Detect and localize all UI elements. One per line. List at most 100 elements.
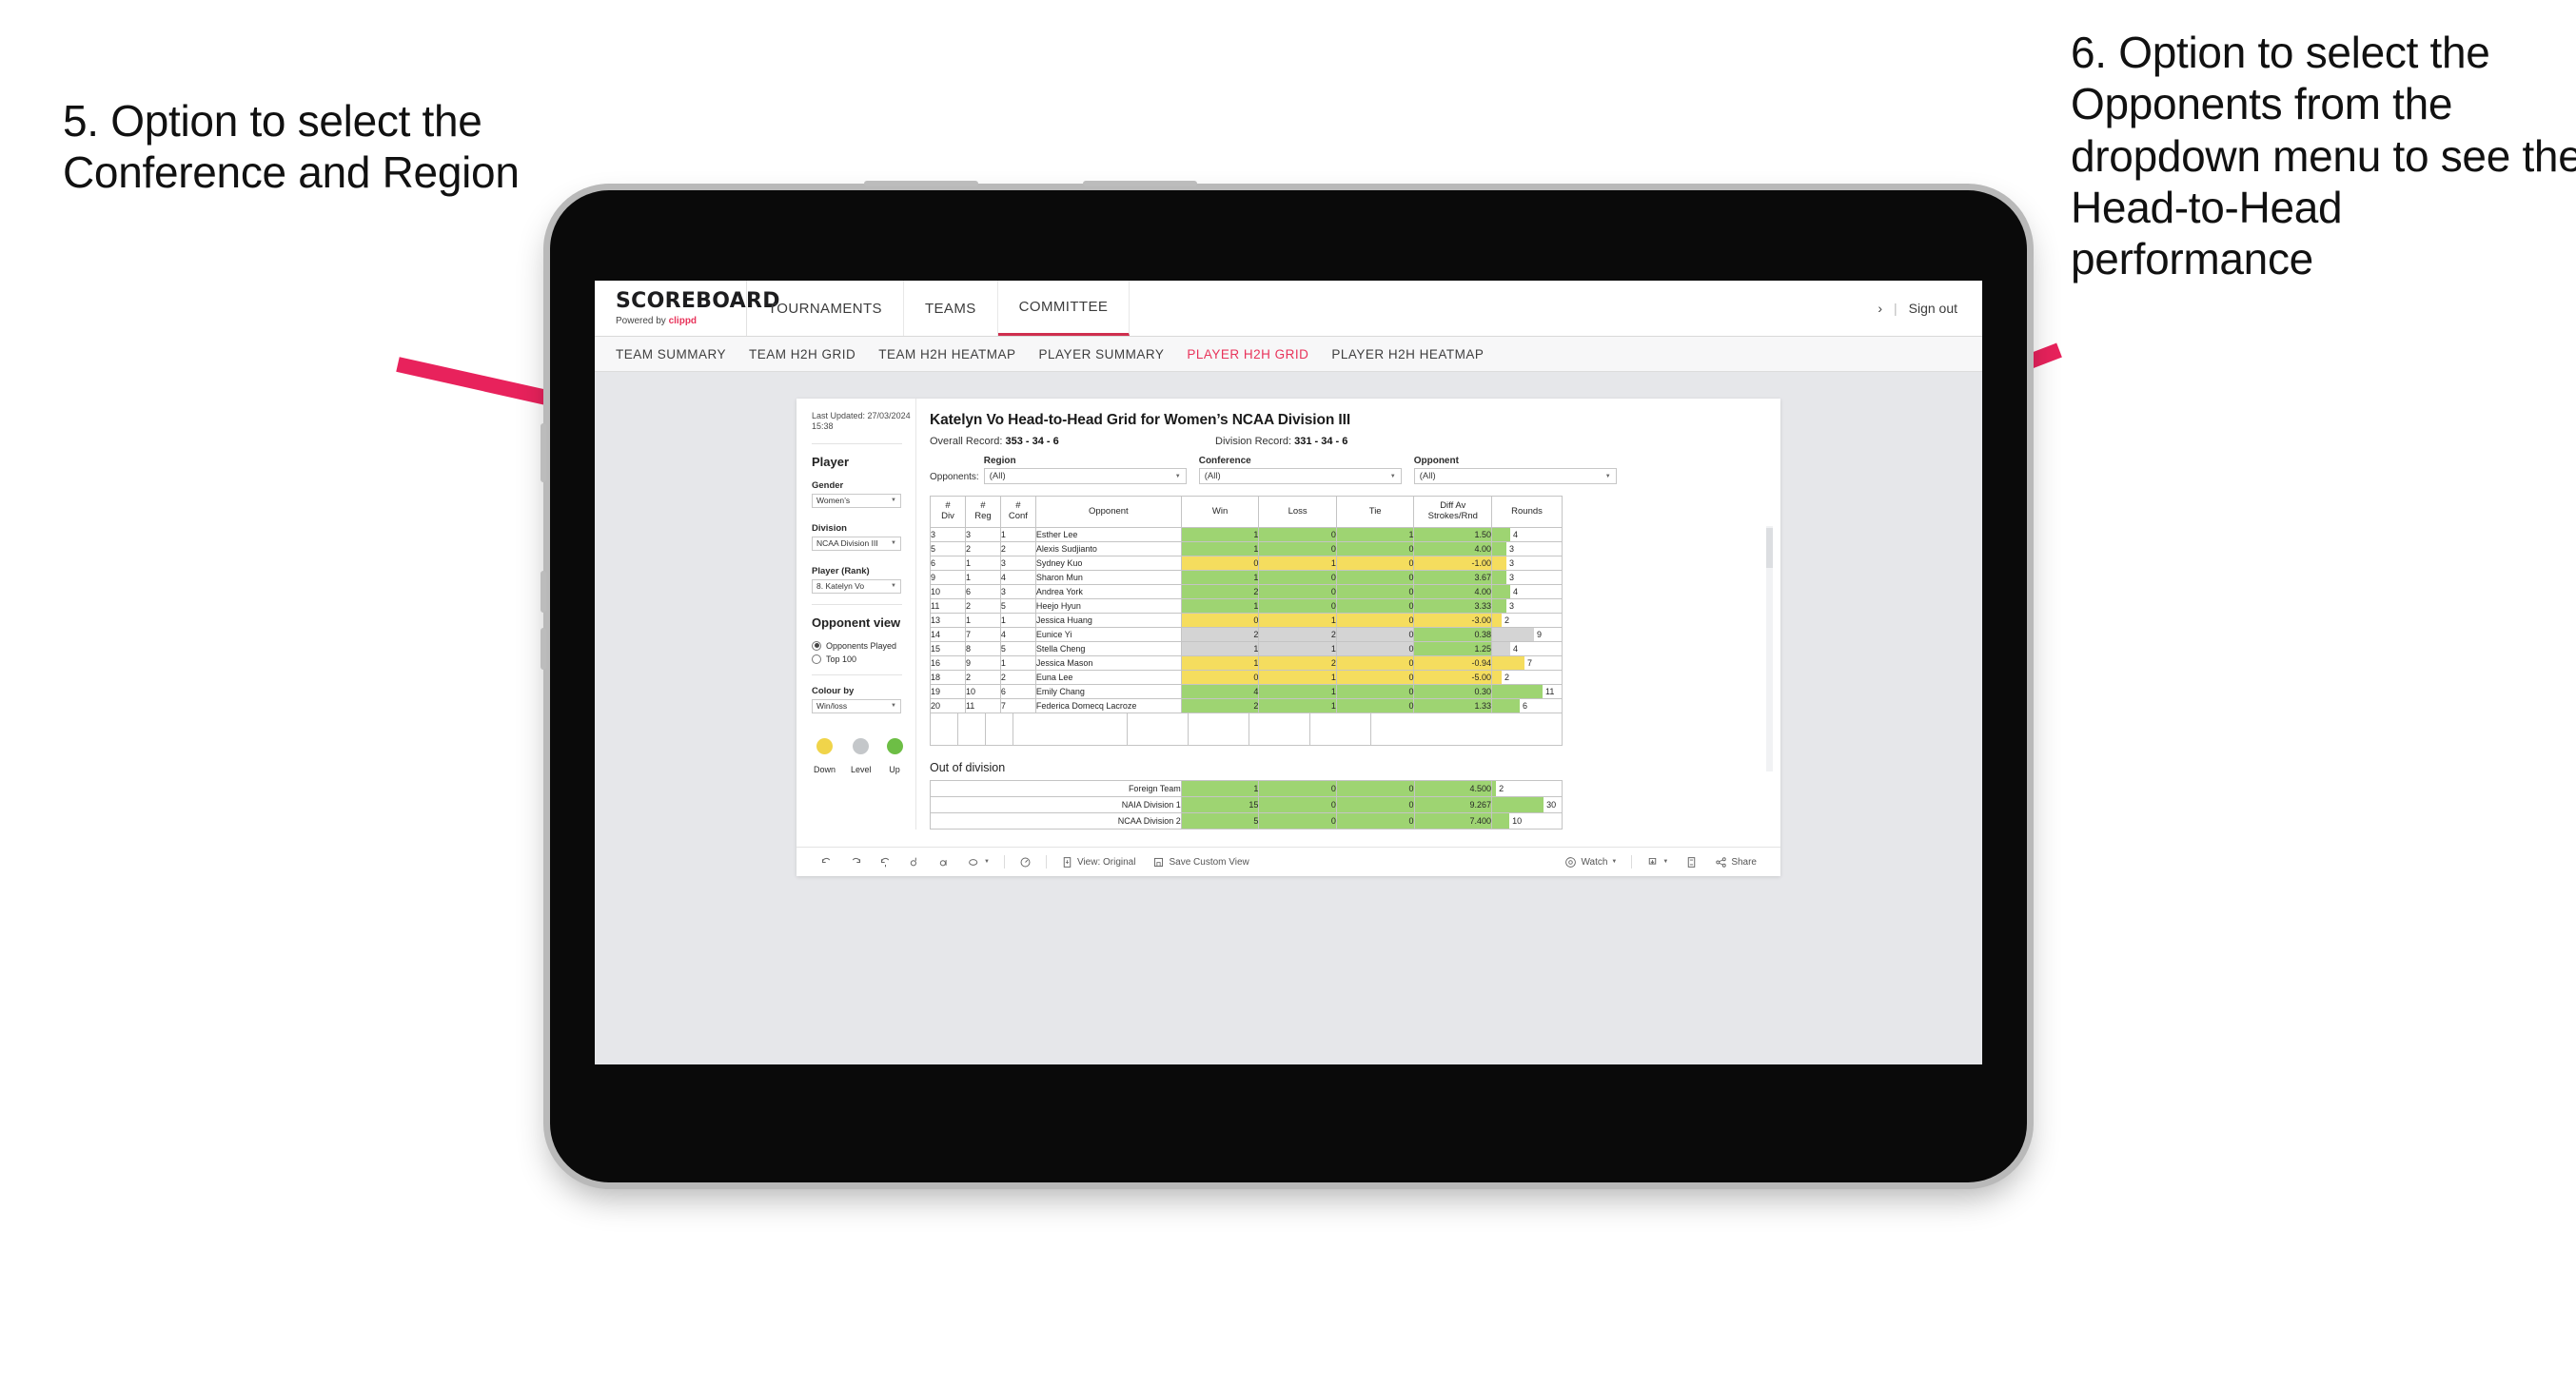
legend-label-up: Up <box>889 764 900 774</box>
zoom-dropdown-button[interactable]: ▼ <box>959 856 998 869</box>
scrollbar-thumb[interactable] <box>1766 528 1773 568</box>
nav-tab-tournaments[interactable]: TOURNAMENTS <box>747 281 904 336</box>
gender-label: Gender <box>812 479 844 491</box>
power-button[interactable] <box>541 423 546 482</box>
legend-label-level: Level <box>851 764 872 774</box>
ood-diff: 4.500 <box>1413 780 1493 797</box>
legend-dot-up <box>886 737 903 754</box>
table-row[interactable]: 18 2 2 Euna Lee 0 1 0 -5.00 2 <box>930 670 1563 685</box>
division-select[interactable]: NCAA Division III ▼ <box>812 536 901 551</box>
table-row[interactable]: 6 1 3 Sydney Kuo 0 1 0 -1.00 3 <box>930 556 1563 571</box>
nav-tab-committee[interactable]: COMMITTEE <box>997 281 1131 336</box>
table-row[interactable]: 3 3 1 Esther Lee 1 0 1 1.50 4 <box>930 527 1563 542</box>
pause-updates-button[interactable] <box>930 856 959 869</box>
region-select[interactable]: (All) ▼ <box>983 468 1187 484</box>
chevron-down-icon: ▼ <box>891 498 896 503</box>
subtab-player-h2h-heatmap[interactable]: PLAYER H2H HEATMAP <box>1331 347 1506 361</box>
table-row[interactable]: 10 6 3 Andrea York 2 0 0 4.00 4 <box>930 584 1563 599</box>
out-of-division-row[interactable]: NAIA Division 1 15 0 0 9.267 30 <box>930 796 1563 813</box>
table-row[interactable]: 13 1 1 Jessica Huang 0 1 0 -3.00 2 <box>930 613 1563 628</box>
table-row[interactable]: 20 11 7 Federica Domecq Lacroze 2 1 0 1.33 6 <box>930 698 1563 713</box>
cell: Andrea York <box>1034 584 1182 599</box>
colour-by-select[interactable]: Win/loss ▼ <box>812 698 901 713</box>
table-row[interactable]: 19 10 6 Emily Chang 4 1 0 0.30 11 <box>930 684 1563 699</box>
subtab-team-h2h-heatmap[interactable]: TEAM H2H HEATMAP <box>878 347 1038 361</box>
cell: -3.00 <box>1413 613 1493 628</box>
cell: 13 <box>930 613 966 628</box>
watch-label: Watch <box>1581 856 1608 868</box>
records-row: Overall Record: 353 - 34 - 6 Division Re… <box>930 436 1765 447</box>
opponent-select[interactable]: (All) ▼ <box>1413 468 1617 484</box>
chevron-down-icon: ▼ <box>1604 473 1611 479</box>
subtab-team-summary[interactable]: TEAM SUMMARY <box>616 347 749 361</box>
cell: 1 <box>999 613 1036 628</box>
refresh-button[interactable] <box>900 856 930 869</box>
cell: 15 <box>930 641 966 656</box>
save-custom-view-button[interactable]: Save Custom View <box>1144 856 1257 869</box>
cell: 1 <box>1180 527 1260 542</box>
volume-up-button[interactable] <box>541 571 546 613</box>
watch-button[interactable]: Watch ▼ <box>1556 856 1625 869</box>
sign-out-link[interactable]: Sign out <box>1909 301 1957 316</box>
conference-select[interactable]: (All) ▼ <box>1198 468 1402 484</box>
h2h-grid-head: # Div # Reg # Conf Opponent Win Loss Tie Diff Av St… <box>930 496 1563 528</box>
cell: 6 <box>930 556 966 571</box>
cell: 0 <box>1335 570 1415 585</box>
filter-opponent: Opponent (All) ▼ <box>1413 456 1617 484</box>
subtab-player-h2h-grid[interactable]: PLAYER H2H GRID <box>1187 347 1331 361</box>
col-header-diff-av-strokes-rnd: Diff Av Strokes/Rnd <box>1413 496 1493 528</box>
redo-button[interactable] <box>841 856 871 869</box>
brand-logo[interactable]: SCOREBOARD Powered by clippd <box>595 281 779 336</box>
col-header-reg: # Reg <box>964 496 1001 528</box>
filter-region-label: Region <box>983 456 1016 466</box>
undo-button[interactable] <box>812 856 841 869</box>
volume-down-button[interactable] <box>541 628 546 670</box>
cell: 3.33 <box>1413 598 1493 614</box>
view-original-button[interactable]: View: Original <box>1052 856 1145 869</box>
radio-top-100[interactable]: Top 100 <box>812 654 915 664</box>
out-of-division-heading: Out of division <box>930 761 1006 774</box>
viz-card: Last Updated: 27/03/2024 15:38 Player Ge… <box>796 399 1780 876</box>
table-row[interactable]: 15 8 5 Stella Cheng 1 1 0 1.25 4 <box>930 641 1563 656</box>
app-header: SCOREBOARD Powered by clippd TOURNAMENTS… <box>595 281 1982 337</box>
save-custom-view-label: Save Custom View <box>1169 856 1249 868</box>
cell: 0 <box>1335 670 1415 685</box>
table-row[interactable]: 11 2 5 Heejo Hyun 1 0 0 3.33 3 <box>930 598 1563 614</box>
top-antenna-band-right <box>1083 181 1197 186</box>
cell: 0 <box>1335 627 1415 642</box>
sidebar-heading-opponent-view: Opponent view <box>812 615 901 630</box>
viz-main: Katelyn Vo Head-to-Head Grid for Women’s… <box>916 399 1780 830</box>
table-row[interactable]: 9 1 4 Sharon Mun 1 0 0 3.67 3 <box>930 570 1563 585</box>
cell: Alexis Sudjianto <box>1034 541 1182 556</box>
cell: 10 <box>964 684 1001 699</box>
cell: 14 <box>930 627 966 642</box>
cell: 1 <box>964 613 1001 628</box>
radio-opponents-played[interactable]: Opponents Played <box>812 640 915 651</box>
h2h-grid-body: 3 3 1 Esther Lee 1 0 1 1.50 4 5 2 2 Alexis Sudjianto… <box>930 527 1563 713</box>
out-of-division-row[interactable]: Foreign Team 1 0 0 4.500 2 <box>930 780 1563 797</box>
table-scrollbar[interactable] <box>1766 526 1773 771</box>
highlight-button[interactable] <box>1011 856 1040 869</box>
cell: Jessica Mason <box>1034 655 1182 671</box>
table-row[interactable]: 14 7 4 Eunice Yi 2 2 0 0.38 9 <box>930 627 1563 642</box>
table-row[interactable]: 16 9 1 Jessica Mason 1 2 0 -0.94 7 <box>930 655 1563 671</box>
tablet-screen: SCOREBOARD Powered by clippd TOURNAMENTS… <box>595 281 1982 1064</box>
revert-button[interactable] <box>871 856 900 869</box>
subtab-player-summary[interactable]: PLAYER SUMMARY <box>1039 347 1188 361</box>
cell: 2 <box>964 598 1001 614</box>
brand-subtitle: Powered by clippd <box>616 316 746 326</box>
nav-tab-teams[interactable]: TEAMS <box>904 281 998 336</box>
table-row[interactable]: 5 2 2 Alexis Sudjianto 1 0 0 4.00 3 <box>930 541 1563 556</box>
region-value: (All) <box>989 471 1006 481</box>
out-of-division-row[interactable]: NCAA Division 2 5 0 0 7.400 10 <box>930 812 1563 830</box>
subtab-team-h2h-grid[interactable]: TEAM H2H GRID <box>749 347 878 361</box>
col-header-div: # Div <box>930 496 966 528</box>
download-button[interactable]: ▼ <box>1638 856 1677 869</box>
gender-select[interactable]: Women’s ▼ <box>812 493 901 508</box>
share-button[interactable]: Share <box>1706 856 1765 869</box>
cell-rounds: 4 <box>1491 584 1563 599</box>
fullscreen-button[interactable] <box>1677 856 1706 869</box>
cell: 1.50 <box>1413 527 1493 542</box>
player-rank-select[interactable]: 8. Katelyn Vo ▼ <box>812 578 901 594</box>
chevron-right-icon[interactable]: › <box>1878 301 1882 316</box>
